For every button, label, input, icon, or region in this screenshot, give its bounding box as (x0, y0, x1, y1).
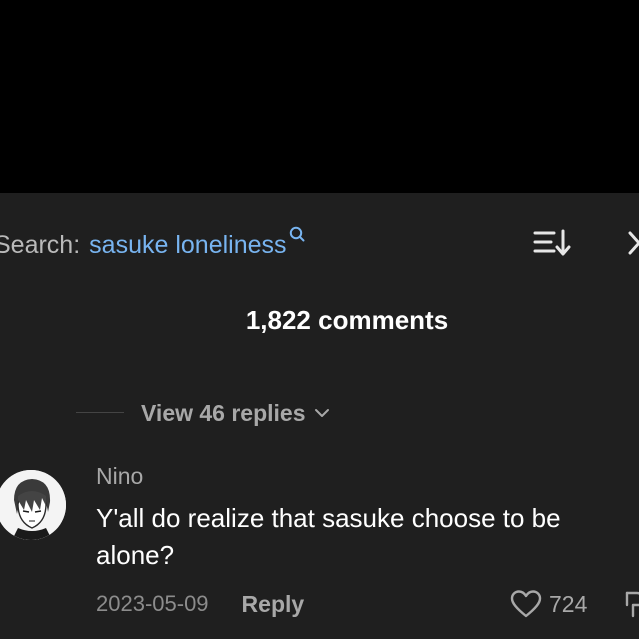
view-replies-button[interactable]: View 46 replies (141, 398, 330, 428)
chevron-down-icon (314, 409, 329, 417)
like-button[interactable]: 724 (510, 588, 587, 620)
comment-meta: 2023-05-09 Reply (96, 588, 304, 620)
search-term-link[interactable]: sasuke loneliness (89, 231, 286, 260)
search-prefix: Search: (0, 230, 81, 259)
search-icon (289, 226, 305, 242)
search-suggestion[interactable]: Search: sasuke loneliness (0, 226, 305, 262)
comment-date: 2023-05-09 (96, 591, 209, 616)
comments-count: 1,822 comments (245, 305, 449, 335)
dislike-icon[interactable] (624, 590, 639, 620)
view-replies-label: View 46 replies (141, 399, 306, 426)
comments-screen: Search: sasuke loneliness 1,822 comments… (0, 0, 639, 639)
sort-icon[interactable] (532, 226, 572, 260)
comment-text: Y'all do realize that sasuke choose to b… (96, 503, 561, 570)
like-count: 724 (549, 590, 588, 617)
heart-icon (510, 590, 542, 618)
reply-button[interactable]: Reply (242, 591, 305, 618)
close-icon[interactable] (626, 228, 639, 258)
comment-username[interactable]: Nino (96, 463, 143, 490)
divider-line (76, 412, 124, 413)
video-area[interactable] (0, 0, 639, 193)
